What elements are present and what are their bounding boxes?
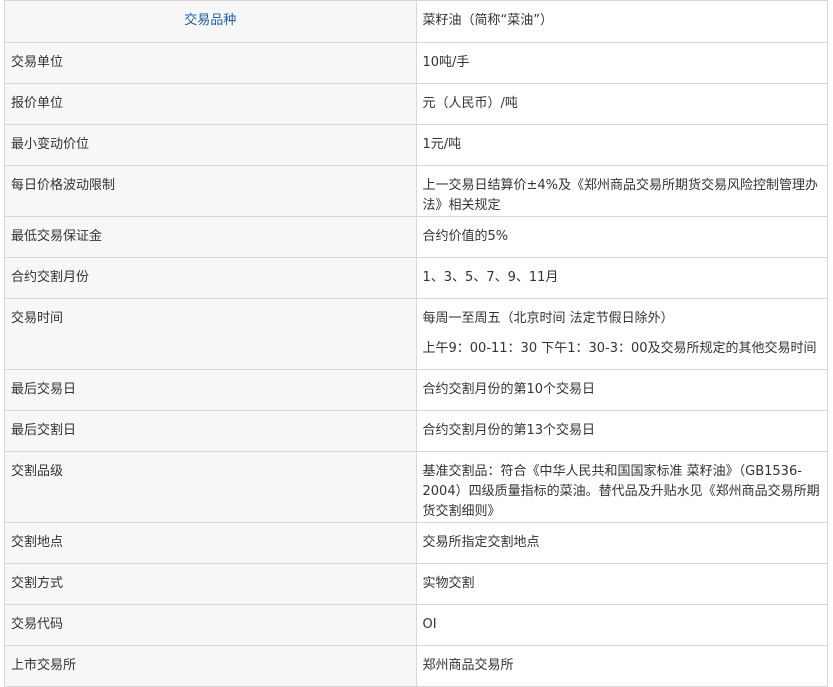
row-value-line: 元（人民币）/吨 <box>422 96 518 111</box>
table-row: 交易时间 每周一至周五（北京时间 法定节假日除外） 上午9：00-11：30 下… <box>4 298 828 370</box>
table-header-row: 交易品种 菜籽油（简称“菜油”） <box>4 0 828 43</box>
row-key: 最后交割日 <box>4 410 417 452</box>
table-row: 合约交割月份 1、3、5、7、9、11月 <box>4 257 828 299</box>
row-value-line: 交易所指定交割地点 <box>422 535 540 550</box>
row-value: 1元/吨 <box>415 124 828 166</box>
row-key: 合约交割月份 <box>4 257 417 299</box>
header-value-cell: 菜籽油（简称“菜油”） <box>415 0 828 43</box>
row-key: 交易单位 <box>4 42 417 84</box>
row-value: 1、3、5、7、9、11月 <box>415 257 828 299</box>
row-value-line: 合约交割月份的第13个交易日 <box>422 423 596 438</box>
header-key-cell: 交易品种 <box>4 0 417 43</box>
row-value: 合约交割月份的第10个交易日 <box>415 369 828 411</box>
row-value-line: OI <box>422 617 437 632</box>
table-row: 最后交割日 合约交割月份的第13个交易日 <box>4 410 828 452</box>
row-key: 交易时间 <box>4 298 417 370</box>
row-key: 交割地点 <box>4 522 417 564</box>
row-value-line: 上午9：00-11：30 下午1：30-3：00及交易所规定的其他交易时间 <box>422 341 817 356</box>
row-value: 每周一至周五（北京时间 法定节假日除外） 上午9：00-11：30 下午1：30… <box>415 298 828 370</box>
row-value-line: 郑州商品交易所 <box>422 658 514 673</box>
row-key: 每日价格波动限制 <box>4 165 417 217</box>
row-value: 交易所指定交割地点 <box>415 522 828 564</box>
table-row: 最小变动价位 1元/吨 <box>4 124 828 166</box>
table-row: 交易单位 10吨/手 <box>4 42 828 84</box>
row-key: 最小变动价位 <box>4 124 417 166</box>
row-value-line: 10吨/手 <box>422 55 470 70</box>
row-key: 最后交易日 <box>4 369 417 411</box>
table-row: 最低交易保证金 合约价值的5% <box>4 216 828 258</box>
row-value: 合约价值的5% <box>415 216 828 258</box>
row-key: 交割品级 <box>4 451 417 523</box>
row-key: 上市交易所 <box>4 645 417 687</box>
row-value: 实物交割 <box>415 563 828 605</box>
table-row: 交割地点 交易所指定交割地点 <box>4 522 828 564</box>
table-row: 交易代码 OI <box>4 604 828 646</box>
row-key: 最低交易保证金 <box>4 216 417 258</box>
row-value-line: 基准交割品：符合《中华人民共和国国家标准 菜籽油》（GB1536-2004）四级… <box>422 464 820 519</box>
table-row: 交割方式 实物交割 <box>4 563 828 605</box>
table-row: 报价单位 元（人民币）/吨 <box>4 83 828 125</box>
row-key: 报价单位 <box>4 83 417 125</box>
row-value-line: 实物交割 <box>422 576 475 591</box>
row-value-line: 1、3、5、7、9、11月 <box>422 270 559 285</box>
row-value: 郑州商品交易所 <box>415 645 828 687</box>
row-value: OI <box>415 604 828 646</box>
row-value: 元（人民币）/吨 <box>415 83 828 125</box>
table-row: 交割品级 基准交割品：符合《中华人民共和国国家标准 菜籽油》（GB1536-20… <box>4 451 828 523</box>
contract-spec-table: 交易品种 菜籽油（简称“菜油”） 交易单位 10吨/手 报价单位 元（人民币）/… <box>4 0 828 687</box>
row-value-line: 1元/吨 <box>422 137 462 152</box>
row-value: 合约交割月份的第13个交易日 <box>415 410 828 452</box>
row-value-line: 每周一至周五（北京时间 法定节假日除外） <box>422 311 674 326</box>
row-value-line: 合约交割月份的第10个交易日 <box>422 382 596 397</box>
table-row: 上市交易所 郑州商品交易所 <box>4 645 828 687</box>
row-value: 基准交割品：符合《中华人民共和国国家标准 菜籽油》（GB1536-2004）四级… <box>415 451 828 523</box>
row-key: 交割方式 <box>4 563 417 605</box>
table-row: 最后交易日 合约交割月份的第10个交易日 <box>4 369 828 411</box>
row-value: 10吨/手 <box>415 42 828 84</box>
row-value-line: 合约价值的5% <box>422 229 509 244</box>
table-row: 每日价格波动限制 上一交易日结算价±4%及《郑州商品交易所期货交易风险控制管理办… <box>4 165 828 217</box>
row-value-line: 上一交易日结算价±4%及《郑州商品交易所期货交易风险控制管理办法》相关规定 <box>422 178 819 213</box>
row-key: 交易代码 <box>4 604 417 646</box>
row-value: 上一交易日结算价±4%及《郑州商品交易所期货交易风险控制管理办法》相关规定 <box>415 165 828 217</box>
